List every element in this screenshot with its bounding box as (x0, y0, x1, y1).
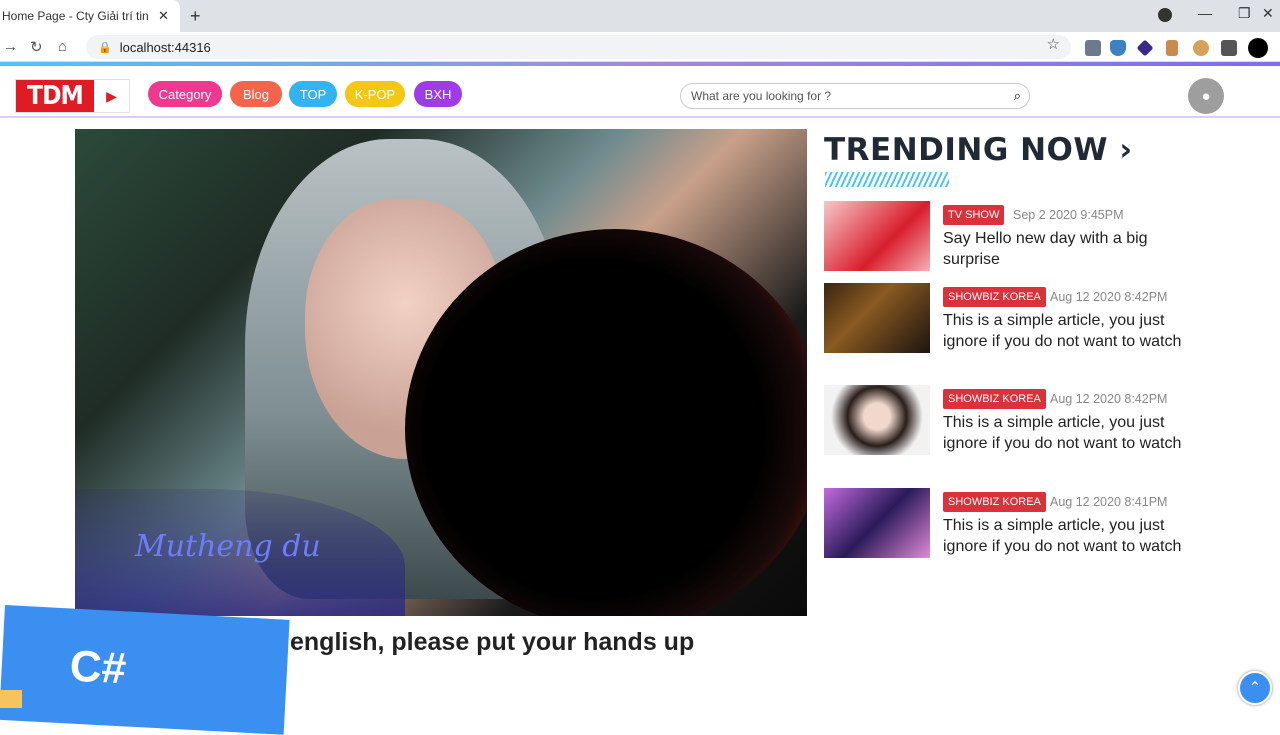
extension-icon[interactable] (1085, 40, 1101, 56)
layers-extension-icon[interactable] (1136, 39, 1154, 57)
chevron-up-icon: ⌃ (1248, 680, 1262, 697)
trending-item[interactable]: SHOWBIZ KOREA Aug 12 2020 8:42PM This is… (824, 283, 1224, 373)
trending-thumbnail[interactable] (824, 201, 930, 271)
csharp-badge: C# (0, 605, 290, 735)
close-tab-icon[interactable]: ✕ (158, 8, 169, 24)
user-avatar[interactable]: ● (1188, 78, 1224, 114)
hero-signature: Mutheng du (135, 529, 321, 564)
back-icon[interactable]: → (3, 38, 18, 55)
chevron-right-icon: › (1119, 132, 1133, 168)
search-icon[interactable]: ⌕ (1014, 88, 1021, 104)
profile-avatar-icon[interactable] (1248, 38, 1268, 58)
hero-fan-shape (405, 229, 807, 616)
nav-bxh[interactable]: BXH (414, 81, 462, 107)
browser-tab[interactable]: Home Page - Cty Giải trí tin tức t ✕ (0, 0, 180, 32)
profile-menu-icon[interactable] (1158, 8, 1172, 22)
shield-extension-icon[interactable] (1110, 40, 1126, 56)
tab-title: Home Page - Cty Giải trí tin tức t (2, 9, 152, 23)
logo-text: TDM (16, 80, 94, 112)
trending-thumbnail[interactable] (824, 283, 930, 353)
nav-category[interactable]: Category (148, 81, 222, 107)
browser-tab-bar: Home Page - Cty Giải trí tin tức t ✕ + —… (0, 0, 1280, 32)
restore-icon[interactable]: ❐ (1238, 5, 1251, 22)
site-logo[interactable]: TDM ▶ (15, 79, 130, 113)
trending-title-text: TRENDING NOW (824, 132, 1109, 168)
trending-date: Sep 2 2020 9:45PM (1013, 208, 1124, 222)
search-input[interactable] (691, 89, 991, 103)
trending-date: Aug 12 2020 8:42PM (1050, 392, 1168, 406)
trending-tag[interactable]: SHOWBIZ KOREA (943, 389, 1046, 409)
trending-date: Aug 12 2020 8:41PM (1050, 495, 1168, 509)
trending-date: Aug 12 2020 8:42PM (1050, 290, 1168, 304)
hero-title[interactable]: english, please put your hands up (290, 628, 694, 657)
nav-blog[interactable]: Blog (230, 81, 282, 107)
trending-tag[interactable]: SHOWBIZ KOREA (943, 492, 1046, 512)
window-close-icon[interactable]: ✕ (1262, 5, 1274, 22)
minimize-icon[interactable]: — (1198, 5, 1212, 21)
trending-item-title[interactable]: This is a simple article, you just ignor… (943, 412, 1183, 454)
trending-thumbnail[interactable] (824, 488, 930, 558)
lock-icon: 🔒 (98, 41, 112, 54)
tool-extension-icon[interactable] (1166, 40, 1178, 56)
home-icon[interactable]: ⌂ (58, 38, 67, 55)
url-text: localhost:44316 (119, 39, 211, 55)
trending-item-title[interactable]: This is a simple article, you just ignor… (943, 310, 1183, 352)
cookie-extension-icon[interactable] (1193, 40, 1209, 56)
new-tab-button[interactable]: + (190, 6, 201, 27)
trending-item[interactable]: SHOWBIZ KOREA Aug 12 2020 8:42PM This is… (824, 385, 1224, 475)
trending-thumbnail[interactable] (824, 385, 930, 455)
trending-item-title[interactable]: Say Hello new day with a big surprise (943, 228, 1183, 270)
trending-item[interactable]: TV SHOW Sep 2 2020 9:45PM Say Hello new … (824, 201, 1224, 291)
trending-title[interactable]: TRENDING NOW › (824, 132, 1133, 168)
play-icon: ▶ (106, 87, 117, 104)
search-box: ⌕ (680, 83, 1030, 109)
address-bar[interactable]: 🔒 localhost:44316 (86, 35, 1071, 59)
reload-icon[interactable]: ↻ (30, 38, 43, 56)
trending-item-title[interactable]: This is a simple article, you just ignor… (943, 515, 1183, 557)
trending-tag[interactable]: TV SHOW (943, 205, 1005, 225)
nav-top[interactable]: TOP (289, 81, 337, 107)
browser-toolbar: → ↻ ⌂ 🔒 localhost:44316 ☆ (0, 32, 1280, 62)
scroll-to-top-button[interactable]: ⌃ (1238, 671, 1272, 705)
bookmark-star-icon[interactable]: ☆ (1047, 35, 1060, 53)
puzzle-extensions-icon[interactable] (1221, 40, 1237, 56)
trending-underline (825, 172, 949, 187)
site-header: TDM ▶ Category Blog TOP K-POP BXH ⌕ ● (0, 66, 1280, 118)
badge-corner (0, 690, 22, 708)
user-icon: ● (1201, 87, 1211, 105)
nav-kpop[interactable]: K-POP (345, 81, 405, 107)
hero-image[interactable]: Mutheng du (75, 129, 807, 616)
trending-tag[interactable]: SHOWBIZ KOREA (943, 287, 1046, 307)
trending-item[interactable]: SHOWBIZ KOREA Aug 12 2020 8:41PM This is… (824, 488, 1224, 578)
